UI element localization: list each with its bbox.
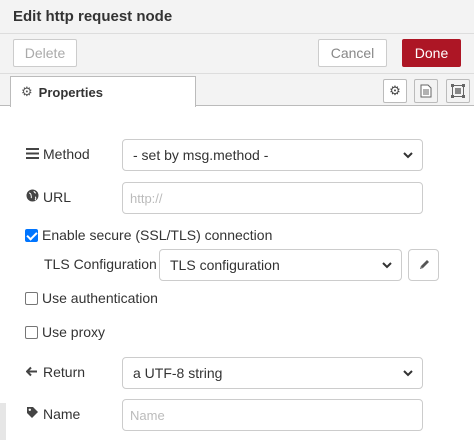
cancel-button[interactable]: Cancel (318, 39, 387, 67)
secure-label: Enable secure (SSL/TLS) connection (42, 227, 273, 243)
method-select[interactable]: - set by msg.method - (122, 139, 423, 171)
proxy-label: Use proxy (42, 324, 106, 340)
edit-tls-button[interactable] (408, 249, 439, 281)
return-label: Return (25, 364, 85, 380)
pencil-icon (419, 260, 429, 269)
dialog-header: Edit http request node (0, 0, 474, 34)
tab-bar: ⚙ Properties ⚙ (0, 74, 474, 107)
auth-label: Use authentication (42, 290, 158, 306)
tls-label-text: TLS Configuration (44, 256, 157, 272)
url-input-placeholder: http:// (130, 190, 163, 206)
url-label-text: URL (43, 189, 72, 205)
object-group-icon (451, 84, 465, 98)
url-label: URL (25, 189, 71, 205)
tab-description-icon-button[interactable] (414, 79, 438, 103)
dialog-toolbar: Delete Cancel Done (0, 34, 474, 74)
tab-properties-label: Properties (38, 84, 103, 100)
chevron-down-icon (382, 262, 392, 269)
gear-icon: ⚙ (389, 83, 401, 98)
tab-settings-icon-button[interactable]: ⚙ (383, 79, 407, 103)
url-input[interactable]: http:// (122, 182, 423, 214)
tls-label: TLS Configuration (44, 256, 157, 272)
arrow-left-icon (25, 365, 39, 380)
method-label: Method (25, 146, 90, 162)
name-input[interactable]: Name (122, 399, 423, 431)
method-label-text: Method (43, 146, 90, 162)
chevron-down-icon (403, 370, 413, 377)
chevron-down-icon (403, 152, 413, 159)
list-icon (25, 147, 39, 162)
secure-checkbox[interactable] (25, 228, 38, 242)
tls-config-value: TLS configuration (170, 257, 280, 273)
secure-checkbox-row[interactable]: Enable secure (SSL/TLS) connection (25, 227, 272, 243)
dialog-title: Edit http request node (13, 8, 173, 25)
file-text-icon (420, 84, 432, 98)
auth-checkbox[interactable] (25, 291, 38, 305)
gear-icon: ⚙ (21, 84, 33, 99)
name-input-placeholder: Name (130, 407, 165, 423)
return-select[interactable]: a UTF-8 string (122, 357, 423, 389)
proxy-checkbox[interactable] (25, 325, 38, 339)
tag-icon (25, 406, 39, 422)
proxy-checkbox-row[interactable]: Use proxy (25, 324, 105, 340)
done-button[interactable]: Done (402, 39, 461, 67)
return-label-text: Return (43, 364, 86, 380)
name-label: Name (25, 406, 80, 422)
method-select-value: - set by msg.method - (133, 147, 269, 163)
panel-left-edge (0, 403, 6, 440)
delete-button[interactable]: Delete (13, 39, 77, 67)
name-label-text: Name (43, 406, 81, 422)
tab-properties[interactable]: ⚙ Properties (10, 76, 196, 107)
tls-config-select[interactable]: TLS configuration (159, 249, 402, 281)
tab-appearance-icon-button[interactable] (446, 79, 470, 103)
return-select-value: a UTF-8 string (133, 365, 223, 381)
auth-checkbox-row[interactable]: Use authentication (25, 290, 158, 306)
globe-icon (25, 189, 39, 205)
